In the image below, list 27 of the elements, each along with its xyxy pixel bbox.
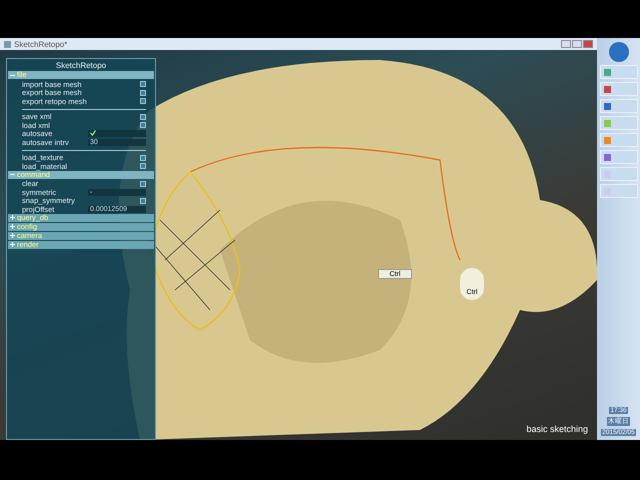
taskbar-app-button[interactable] — [600, 133, 638, 147]
taskbar-app-button[interactable] — [600, 150, 638, 164]
toggle-field[interactable] — [88, 130, 146, 138]
app-icon — [604, 136, 610, 144]
taskbar-app-button[interactable] — [600, 82, 638, 96]
app-icon — [604, 68, 610, 76]
start-orb-icon[interactable] — [608, 42, 628, 62]
app-icon — [604, 102, 610, 110]
plus-icon — [10, 233, 15, 238]
app-icon — [604, 86, 610, 92]
plus-icon — [10, 224, 15, 229]
panel-title: SketchRetopo — [54, 60, 108, 71]
taskbar-app-button[interactable] — [600, 99, 638, 113]
app-icon — [604, 120, 610, 126]
app-icon — [604, 154, 610, 160]
action-button[interactable] — [140, 198, 146, 204]
video-caption: basic sketching — [526, 424, 588, 434]
plus-icon — [10, 242, 15, 247]
minus-icon — [10, 72, 15, 78]
plus-icon — [10, 215, 15, 220]
action-button[interactable] — [140, 180, 146, 187]
app-icon — [4, 40, 11, 48]
maximize-button[interactable] — [572, 40, 582, 48]
window-title: SketchRetopo* — [14, 40, 68, 48]
taskbar-app-button[interactable] — [600, 65, 638, 79]
minus-icon — [10, 172, 15, 177]
minimize-button[interactable] — [561, 40, 571, 48]
